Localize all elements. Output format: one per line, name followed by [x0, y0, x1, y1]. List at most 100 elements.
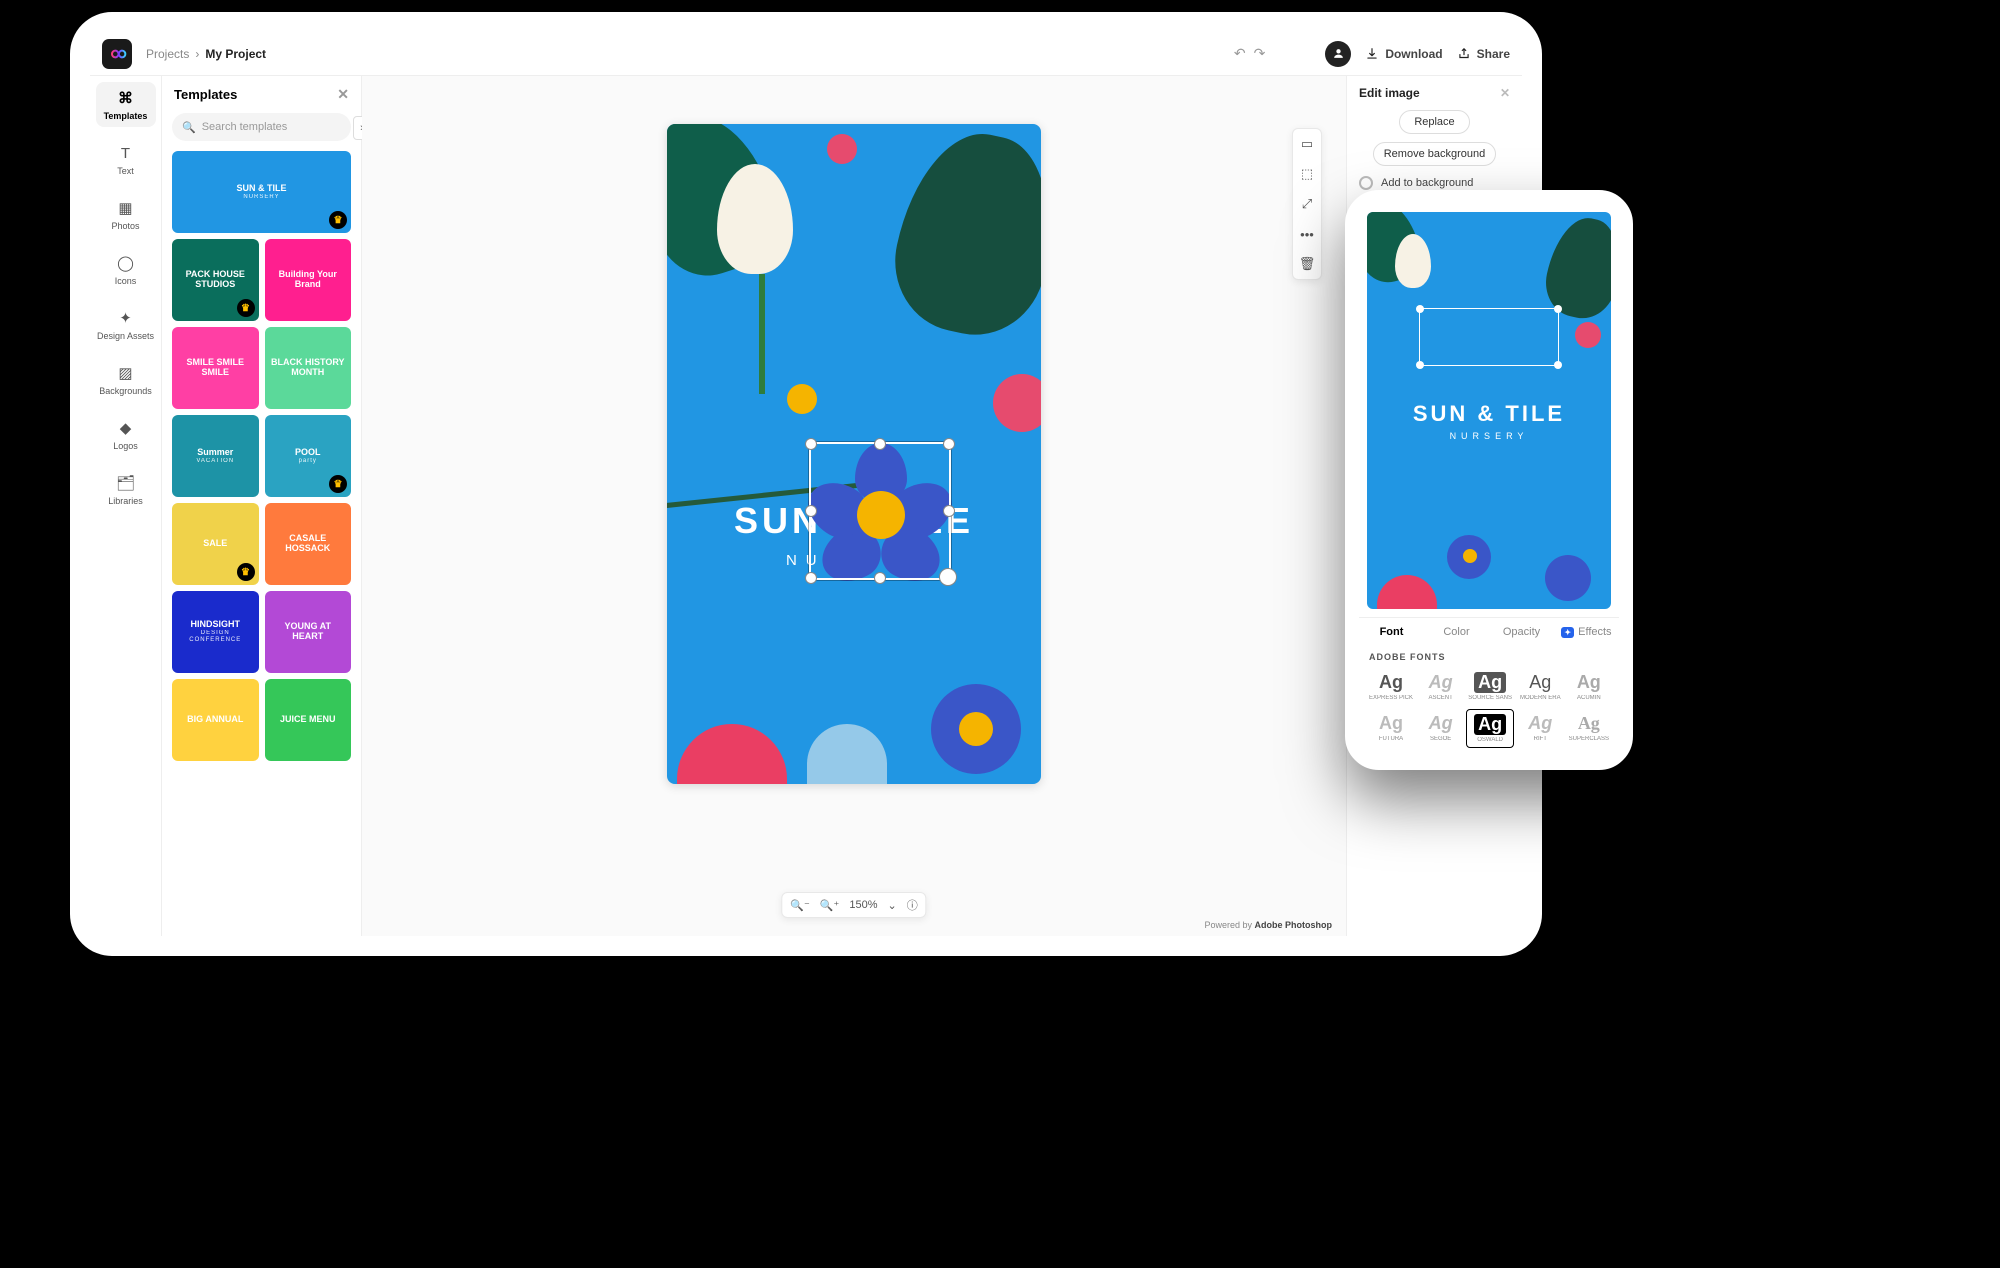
font-option[interactable]: Ag SUPERCLASS	[1567, 709, 1611, 748]
resize-handle[interactable]	[1416, 305, 1424, 313]
zoom-in-button[interactable]: 🔍⁺	[820, 899, 840, 912]
font-option[interactable]: AgASCENT	[1419, 668, 1462, 705]
font-name: ACUMIN	[1577, 695, 1601, 701]
avatar[interactable]	[1325, 41, 1351, 67]
font-option[interactable]: AgSEGOE	[1419, 709, 1462, 748]
search-input[interactable]: 🔍 Search templates	[172, 113, 351, 141]
font-name: MODERN ERA	[1520, 695, 1561, 701]
template-card[interactable]: CASALE HOSSACK	[265, 503, 352, 585]
phone-tab-effects[interactable]: ✦Effects	[1554, 618, 1619, 646]
resize-handle[interactable]	[1416, 361, 1424, 369]
template-card[interactable]: Building Your Brand	[265, 239, 352, 321]
template-card-title: POOL	[295, 448, 321, 458]
more-tool[interactable]: •••	[1293, 219, 1321, 249]
rail-item-libraries[interactable]: 🗂Libraries	[96, 467, 156, 512]
phone-artboard-title[interactable]: SUN & TILE	[1413, 401, 1565, 427]
rail-item-templates[interactable]: ⌘Templates	[96, 82, 156, 127]
share-button[interactable]: Share	[1457, 47, 1510, 61]
font-sample: Ag	[1529, 672, 1551, 693]
template-card-title: BIG ANNUAL	[187, 715, 243, 725]
template-card-title: BLACK HISTORY MONTH	[269, 358, 348, 378]
phone-artboard[interactable]: SUN & TILE NURSERY	[1367, 212, 1611, 609]
template-card[interactable]: YOUNG AT HEART	[265, 591, 352, 673]
font-sample: Ag	[1379, 713, 1403, 734]
flower-shape	[807, 724, 887, 784]
template-card[interactable]: SALE♛	[172, 503, 259, 585]
delete-tool[interactable]: 🗑	[1293, 249, 1321, 279]
template-card[interactable]: BLACK HISTORY MONTH	[265, 327, 352, 409]
template-card[interactable]: SUN & TILENURSERY♛	[172, 151, 351, 233]
template-card-title: CASALE HOSSACK	[269, 534, 348, 554]
breadcrumb-current[interactable]: My Project	[205, 47, 266, 61]
rail-item-photos[interactable]: ▦Photos	[96, 192, 156, 237]
resize-handle[interactable]	[943, 505, 955, 517]
font-option[interactable]: Ag MODERN ERA	[1518, 668, 1563, 705]
resize-handle[interactable]	[943, 438, 955, 450]
template-card[interactable]: HINDSIGHTDESIGN CONFERENCE	[172, 591, 259, 673]
resize-handle[interactable]	[874, 572, 886, 584]
font-sample: Ag	[1379, 672, 1403, 693]
resize-handle[interactable]	[1554, 305, 1562, 313]
flower-center	[1463, 549, 1477, 563]
font-option[interactable]: AgACUMIN	[1567, 668, 1611, 705]
canvas-area[interactable]: SUN & TILE NURSERY ⟲ ▭⬚⤢•••🗑 🔍⁻ 🔍⁺	[362, 76, 1346, 936]
rail-item-design-assets[interactable]: ✦Design Assets	[96, 302, 156, 347]
font-option[interactable]: AgSOURCE SANS	[1466, 668, 1514, 705]
artboard[interactable]: SUN & TILE NURSERY ⟲	[667, 124, 1041, 784]
rail-item-icons[interactable]: ◯Icons	[96, 247, 156, 292]
zoom-level[interactable]: 150%	[849, 899, 877, 911]
resize-handle[interactable]	[805, 572, 817, 584]
selection-handles[interactable]: ⟲	[809, 442, 951, 580]
font-name: SUPERCLASS	[1569, 736, 1609, 742]
close-icon[interactable]: ✕	[1500, 86, 1510, 100]
phone-tab-font[interactable]: Font	[1359, 618, 1424, 646]
image-tool[interactable]: ▭	[1293, 129, 1321, 159]
breadcrumb[interactable]: Projects › My Project	[146, 47, 266, 61]
app-logo[interactable]	[102, 39, 132, 69]
template-card[interactable]: JUICE MENU	[265, 679, 352, 761]
phone-tab-opacity[interactable]: Opacity	[1489, 618, 1554, 646]
rail-item-backgrounds[interactable]: ▨Backgrounds	[96, 357, 156, 402]
resize-handle[interactable]	[805, 438, 817, 450]
resize-handle[interactable]	[805, 505, 817, 517]
font-option[interactable]: AgEXPRESS PICK	[1367, 668, 1415, 705]
resize-handle[interactable]	[874, 438, 886, 450]
transform-tool[interactable]: ⤢	[1293, 189, 1321, 219]
replace-button[interactable]: Replace	[1399, 110, 1469, 134]
rotate-handle[interactable]: ⟲	[939, 568, 957, 586]
search-icon: 🔍	[182, 121, 196, 134]
rail-item-logos[interactable]: ◆Logos	[96, 412, 156, 457]
chevron-down-icon[interactable]: ⌄	[887, 899, 896, 912]
template-card[interactable]: POOLparty♛	[265, 415, 352, 497]
template-card[interactable]: BIG ANNUAL	[172, 679, 259, 761]
rail-item-text[interactable]: TText	[96, 137, 156, 182]
template-card[interactable]: SMILE SMILE SMILE	[172, 327, 259, 409]
undo-button[interactable]: ↶	[1234, 45, 1246, 62]
resize-handle[interactable]	[1554, 361, 1562, 369]
breadcrumb-root[interactable]: Projects	[146, 47, 189, 61]
template-card[interactable]: SummerVACATION	[172, 415, 259, 497]
phone-text-selection[interactable]	[1419, 308, 1559, 366]
share-icon	[1457, 47, 1471, 61]
rail-label: Photos	[111, 221, 139, 231]
phone-artboard-subtitle[interactable]: NURSERY	[1450, 431, 1529, 441]
layer-tool[interactable]: ⬚	[1293, 159, 1321, 189]
remove-background-button[interactable]: Remove background	[1373, 142, 1497, 166]
font-sample: Ag	[1578, 713, 1600, 734]
add-to-background-row[interactable]: Add to background	[1359, 176, 1510, 190]
font-option[interactable]: AgFUTURA	[1367, 709, 1415, 748]
rail-label: Design Assets	[97, 331, 154, 341]
font-sample: Ag	[1474, 672, 1506, 693]
zoom-out-button[interactable]: 🔍⁻	[790, 899, 810, 912]
redo-button[interactable]: ↷	[1254, 45, 1266, 62]
fonts-grid: AgEXPRESS PICKAgASCENTAgSOURCE SANSAgMOD…	[1359, 668, 1619, 756]
font-option[interactable]: AgRIFT	[1518, 709, 1563, 748]
close-icon[interactable]: ✕	[337, 86, 349, 103]
font-option[interactable]: AgOSWALD	[1466, 709, 1514, 748]
phone-canvas[interactable]: SUN & TILE NURSERY	[1359, 204, 1619, 617]
help-icon[interactable]: ⓘ	[907, 897, 918, 913]
download-button[interactable]: Download	[1365, 47, 1442, 61]
toggle-icon[interactable]	[1359, 176, 1373, 190]
phone-tab-color[interactable]: Color	[1424, 618, 1489, 646]
template-card[interactable]: PACK HOUSE STUDIOS♛	[172, 239, 259, 321]
